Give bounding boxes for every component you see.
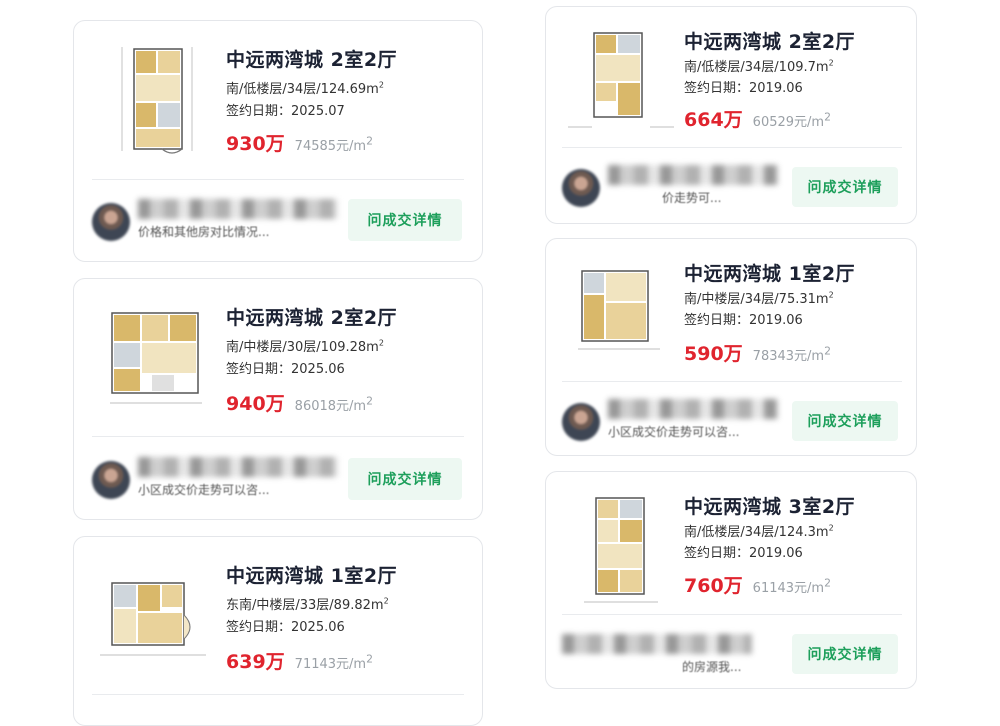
agent-name-blurred — [562, 634, 752, 654]
listing-meta: 南/低楼层/34层/124.3m2 — [684, 523, 834, 540]
total-price: 760万 — [684, 575, 743, 597]
listing-card[interactable]: 中远两湾城 1室2厅 南/中楼层/34层/75.31m2 签约日期：2019.0… — [545, 238, 917, 456]
ask-deal-details-button[interactable]: 问成交详情 — [792, 401, 898, 441]
listing-meta: 东南/中楼层/33层/89.82m2 — [226, 596, 389, 613]
ask-deal-details-button[interactable]: 问成交详情 — [348, 458, 462, 500]
agent-name-blurred — [138, 457, 338, 477]
unit-price: 71143元/m2 — [294, 652, 373, 672]
listing-title[interactable]: 中远两湾城 2室2厅 — [684, 27, 855, 54]
agent-avatar — [92, 461, 130, 499]
listing-card[interactable]: 中远两湾城 2室2厅 南/中楼层/30层/109.28m2 签约日期：2025.… — [73, 278, 483, 520]
total-price: 590万 — [684, 343, 743, 365]
price-row: 639万 71143元/m2 — [226, 647, 373, 674]
ask-deal-details-button[interactable]: 问成交详情 — [348, 199, 462, 241]
agent-message: 的房源我... — [682, 660, 742, 674]
total-price: 940万 — [226, 393, 285, 415]
agent-info[interactable]: 价走势可... — [562, 159, 782, 209]
listing-meta: 南/低楼层/34层/109.7m2 — [684, 58, 834, 75]
ask-deal-details-button[interactable]: 问成交详情 — [792, 167, 898, 207]
total-price: 664万 — [684, 109, 743, 131]
listing-title[interactable]: 中远两湾城 1室2厅 — [684, 259, 855, 286]
agent-name-blurred — [138, 199, 338, 219]
listing-meta: 南/中楼层/34层/75.31m2 — [684, 290, 834, 307]
floorplan-image — [568, 32, 674, 128]
agent-name-blurred — [608, 165, 778, 185]
agent-message: 价走势可... — [662, 191, 722, 205]
sign-date: 签约日期：2025.07 — [226, 104, 345, 119]
sign-date: 签约日期：2025.06 — [226, 620, 345, 635]
listing-card[interactable]: 中远两湾城 2室2厅 南/低楼层/34层/124.69m2 签约日期：2025.… — [73, 20, 483, 262]
floorplan-image — [578, 270, 660, 350]
listing-meta: 南/中楼层/30层/109.28m2 — [226, 338, 384, 355]
unit-price: 61143元/m2 — [752, 576, 831, 596]
agent-avatar — [562, 169, 600, 207]
listing-card[interactable]: 中远两湾城 3室2厅 南/低楼层/34层/124.3m2 签约日期：2019.0… — [545, 471, 917, 689]
unit-price: 60529元/m2 — [752, 110, 831, 130]
total-price: 930万 — [226, 133, 285, 155]
unit-price: 74585元/m2 — [294, 134, 373, 154]
divider — [562, 381, 902, 382]
price-row: 940万 86018元/m2 — [226, 389, 373, 416]
price-row: 760万 61143元/m2 — [684, 571, 831, 598]
listing-card[interactable]: 中远两湾城 2室2厅 南/低楼层/34层/109.7m2 签约日期：2019.0… — [545, 6, 917, 224]
agent-info[interactable]: 小区成交价走势可以咨... — [562, 393, 782, 443]
agent-message: 小区成交价走势可以咨... — [608, 425, 740, 439]
sign-date: 签约日期：2025.06 — [226, 362, 345, 377]
sign-date: 签约日期：2019.06 — [684, 313, 803, 328]
agent-message: 小区成交价走势可以咨... — [138, 483, 270, 497]
listing-card[interactable]: 中远两湾城 1室2厅 东南/中楼层/33层/89.82m2 签约日期：2025.… — [73, 536, 483, 726]
price-row: 664万 60529元/m2 — [684, 105, 831, 132]
price-row: 590万 78343元/m2 — [684, 339, 831, 366]
agent-avatar — [92, 203, 130, 241]
unit-price: 78343元/m2 — [752, 344, 831, 364]
floorplan-image — [110, 312, 202, 404]
listing-meta: 南/低楼层/34层/124.69m2 — [226, 80, 384, 97]
floorplan-image — [100, 582, 206, 656]
price-row: 930万 74585元/m2 — [226, 129, 373, 156]
sign-date: 签约日期：2019.06 — [684, 546, 803, 561]
agent-name-blurred — [608, 399, 778, 419]
agent-info[interactable]: 价格和其他房对比情况... — [92, 193, 342, 243]
agent-info[interactable]: 的房源我... — [562, 628, 782, 678]
agent-avatar — [562, 403, 600, 441]
divider — [92, 694, 464, 695]
agent-info[interactable]: 小区成交价走势可以咨... — [92, 451, 342, 501]
unit-price: 86018元/m2 — [294, 394, 373, 414]
floorplan-image — [584, 497, 658, 603]
floorplan-image — [121, 47, 193, 154]
listing-title[interactable]: 中远两湾城 1室2厅 — [226, 561, 397, 588]
listing-title[interactable]: 中远两湾城 2室2厅 — [226, 303, 397, 330]
sign-date: 签约日期：2019.06 — [684, 81, 803, 96]
ask-deal-details-button[interactable]: 问成交详情 — [792, 634, 898, 674]
listing-title[interactable]: 中远两湾城 2室2厅 — [226, 45, 397, 72]
divider — [562, 147, 902, 148]
agent-message: 价格和其他房对比情况... — [138, 225, 270, 239]
total-price: 639万 — [226, 651, 285, 673]
divider — [562, 614, 902, 615]
divider — [92, 436, 464, 437]
listing-title[interactable]: 中远两湾城 3室2厅 — [684, 492, 855, 519]
divider — [92, 179, 464, 180]
